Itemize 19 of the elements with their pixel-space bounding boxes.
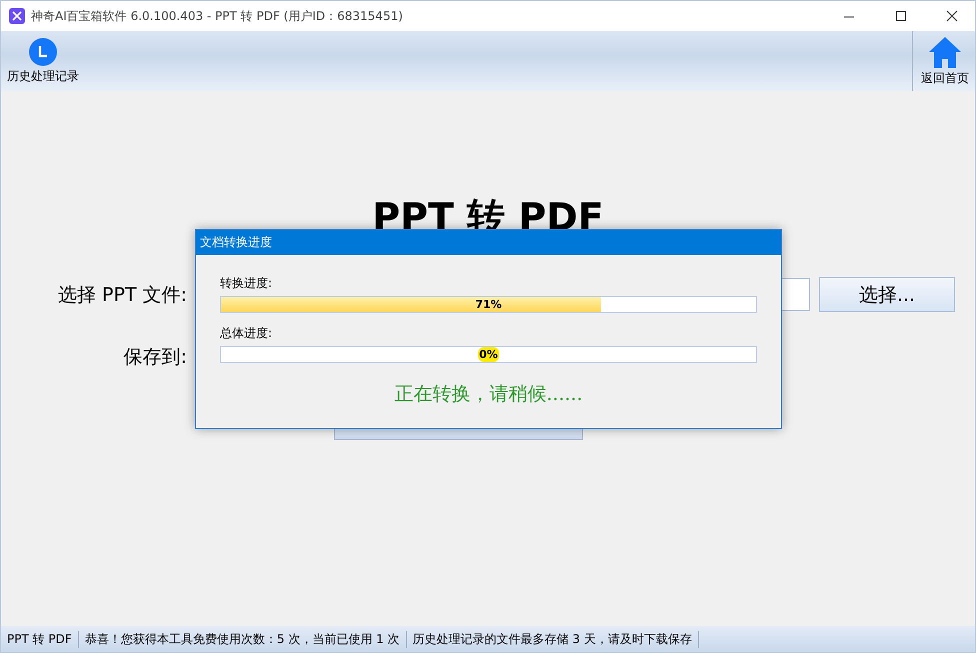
history-button[interactable]: 历史处理记录 (1, 31, 85, 91)
app-logo-icon (9, 8, 25, 24)
clock-icon (29, 38, 57, 66)
home-button[interactable]: 返回首页 (912, 31, 975, 91)
field-label: 选择 PPT 文件: (56, 282, 187, 308)
progress-percent: 0% (478, 347, 499, 362)
window-title: 神奇AI百宝箱软件 6.0.100.403 - PPT 转 PDF (用户ID：68315451) (31, 8, 404, 24)
status-message: 正在转换，请稍候...... (393, 382, 584, 407)
status-text: 恭喜！您获得本工具免费使用次数：5 次，当前已使用 1 次 (78, 630, 407, 648)
progress-label: 总体进度: (220, 325, 274, 342)
progress-label: 转换进度: (220, 275, 274, 292)
status-text: 历史处理记录的文件最多存储 3 天，请及时下载保存 (406, 630, 699, 648)
progress-percent: 71% (474, 297, 503, 312)
close-icon[interactable] (944, 9, 960, 23)
select-button[interactable]: 选择... (819, 277, 955, 312)
dialog-title: 文档转换进度 (196, 230, 781, 255)
field-label: 保存到: (122, 345, 187, 370)
status-text: PPT 转 PDF (1, 630, 79, 648)
home-icon (928, 36, 962, 68)
